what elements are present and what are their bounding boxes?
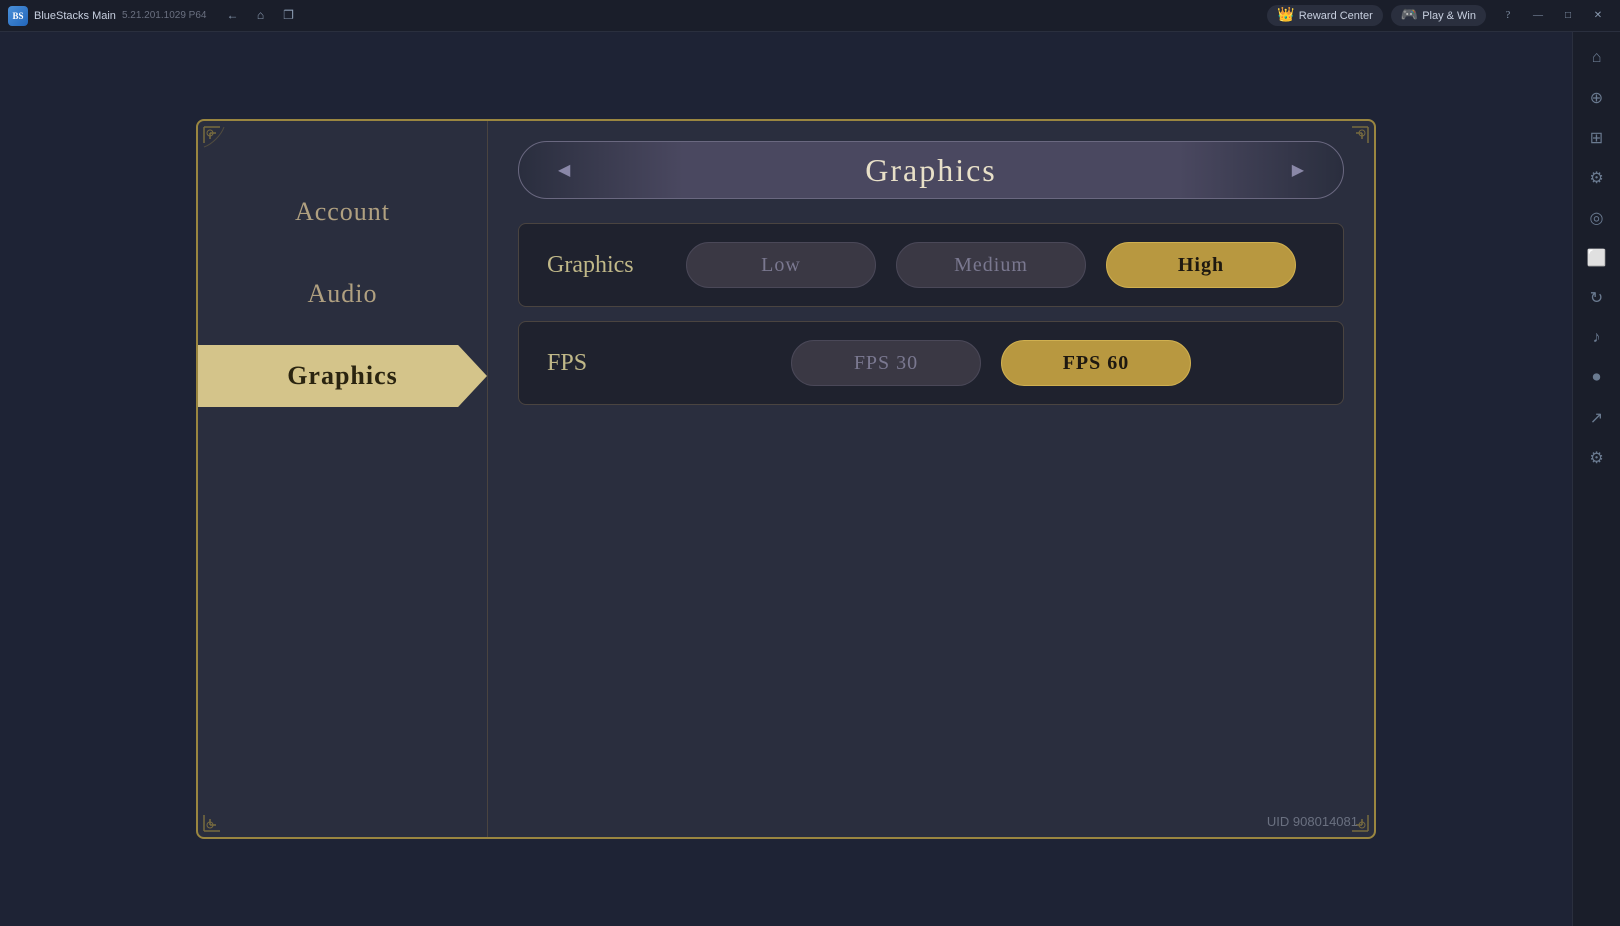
graphics-quality-label: Graphics [547, 252, 667, 279]
title-arrow-right-icon[interactable]: ▶ [1292, 160, 1304, 180]
page-title: Graphics [865, 152, 997, 189]
app-name: BlueStacks Main [34, 10, 116, 22]
sidebar-macro-icon[interactable]: ⏺ [1579, 360, 1615, 396]
help-button[interactable]: ? [1494, 6, 1522, 26]
sidebar-share-icon[interactable]: ↗ [1579, 400, 1615, 436]
sidebar-gear2-icon[interactable]: ⚙ [1579, 440, 1615, 476]
back-button[interactable]: ← [220, 4, 244, 28]
sidebar-search-icon[interactable]: ⊕ [1579, 80, 1615, 116]
titlebar-nav: ← ⌂ ❐ [220, 4, 300, 28]
sidebar-home-icon[interactable]: ⌂ [1579, 40, 1615, 76]
fps-row: FPS FPS 30 FPS 60 [518, 321, 1344, 405]
graphics-medium-button[interactable]: Medium [896, 242, 1086, 288]
titlebar-left: BS BlueStacks Main 5.21.201.1029 P64 ← ⌂… [0, 4, 300, 28]
uid-label: UID 908014081 [1267, 814, 1358, 829]
graphics-high-button[interactable]: High [1106, 242, 1296, 288]
play-win-button[interactable]: 🎮 Play & Win [1391, 5, 1486, 26]
graphics-quality-options: Low Medium High [667, 242, 1315, 288]
minimize-button[interactable]: — [1524, 6, 1552, 26]
page-title-bar: ◀ Graphics ▶ [518, 141, 1344, 199]
fps-label: FPS [547, 350, 667, 377]
sidebar-camera-icon[interactable]: ⬜ [1579, 240, 1615, 276]
fps-options: FPS 30 FPS 60 [667, 340, 1315, 386]
sidebar-apps-icon[interactable]: ⊞ [1579, 120, 1615, 156]
bluestacks-logo: BS [8, 6, 28, 26]
nav-item-audio[interactable]: Audio [198, 263, 487, 325]
nav-item-account[interactable]: Account [198, 181, 487, 243]
duplicate-button[interactable]: ❐ [276, 4, 300, 28]
home-button[interactable]: ⌂ [248, 4, 272, 28]
content-area: ◀ Graphics ▶ Graphics Low Medium High FP… [488, 121, 1374, 837]
sidebar-settings-icon[interactable]: ⚙ [1579, 160, 1615, 196]
settings-panel: Account Audio Graphics ◀ Graphics ▶ Grap… [196, 119, 1376, 839]
main-area: Account Audio Graphics ◀ Graphics ▶ Grap… [0, 32, 1572, 926]
sidebar-rotate-icon[interactable]: ↻ [1579, 280, 1615, 316]
right-sidebar: ⌂ ⊕ ⊞ ⚙ ◎ ⬜ ↻ ♪ ⏺ ↗ ⚙ [1572, 32, 1620, 926]
titlebar: BS BlueStacks Main 5.21.201.1029 P64 ← ⌂… [0, 0, 1620, 32]
maximize-button[interactable]: □ [1554, 6, 1582, 26]
graphics-low-button[interactable]: Low [686, 242, 876, 288]
window-controls: ? — □ ✕ [1494, 6, 1612, 26]
sidebar-volume-icon[interactable]: ♪ [1579, 320, 1615, 356]
reward-icon: 👑 [1277, 7, 1294, 24]
play-win-label: Play & Win [1422, 10, 1476, 22]
title-arrow-left-icon[interactable]: ◀ [558, 160, 570, 180]
sidebar-location-icon[interactable]: ◎ [1579, 200, 1615, 236]
fps-60-button[interactable]: FPS 60 [1001, 340, 1191, 386]
reward-center-label: Reward Center [1299, 10, 1373, 22]
fps-30-button[interactable]: FPS 30 [791, 340, 981, 386]
app-version: 5.21.201.1029 P64 [122, 10, 207, 21]
left-nav: Account Audio Graphics [198, 121, 488, 837]
play-win-icon: 🎮 [1401, 7, 1418, 24]
titlebar-right: 👑 Reward Center 🎮 Play & Win ? — □ ✕ [1267, 5, 1620, 26]
reward-center-button[interactable]: 👑 Reward Center [1267, 5, 1382, 26]
nav-item-graphics[interactable]: Graphics [198, 345, 487, 407]
close-button[interactable]: ✕ [1584, 6, 1612, 26]
graphics-quality-row: Graphics Low Medium High [518, 223, 1344, 307]
